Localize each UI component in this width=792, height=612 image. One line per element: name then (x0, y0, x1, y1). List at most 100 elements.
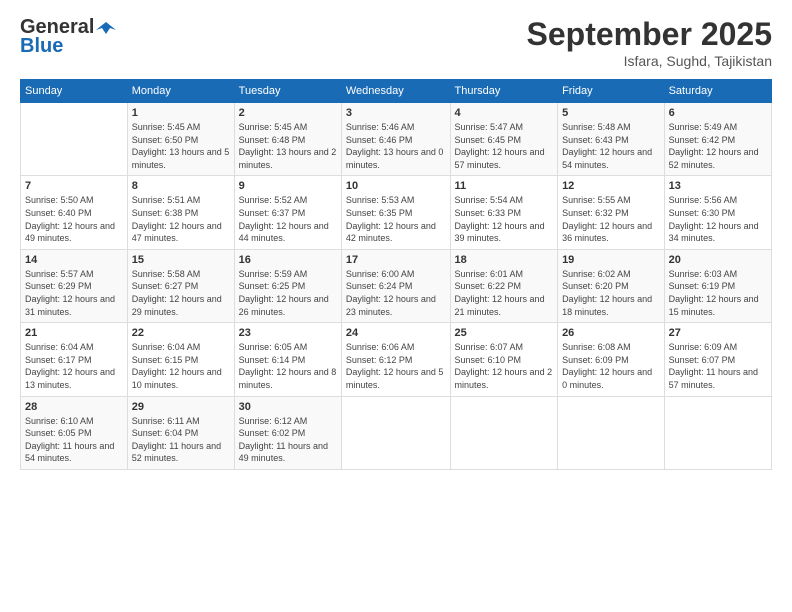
day-number: 3 (346, 107, 446, 119)
day-number: 9 (239, 180, 337, 192)
calendar-cell: 21 Sunrise: 6:04 AMSunset: 6:17 PMDayligh… (21, 323, 128, 396)
month-title: September 2025 (527, 16, 772, 53)
day-info: Sunrise: 5:59 AMSunset: 6:25 PMDaylight:… (239, 268, 337, 318)
day-number: 4 (455, 107, 554, 119)
day-number: 1 (132, 107, 230, 119)
day-info: Sunrise: 6:04 AMSunset: 6:15 PMDaylight:… (132, 341, 230, 391)
weekday-header-thursday: Thursday (450, 80, 558, 103)
day-info: Sunrise: 5:51 AMSunset: 6:38 PMDaylight:… (132, 194, 230, 244)
calendar-cell: 8 Sunrise: 5:51 AMSunset: 6:38 PMDaylight… (127, 176, 234, 249)
day-info: Sunrise: 5:57 AMSunset: 6:29 PMDaylight:… (25, 268, 123, 318)
calendar-cell (21, 103, 128, 176)
week-row-1: 7 Sunrise: 5:50 AMSunset: 6:40 PMDaylight… (21, 176, 772, 249)
day-info: Sunrise: 6:02 AMSunset: 6:20 PMDaylight:… (562, 268, 660, 318)
day-info: Sunrise: 6:12 AMSunset: 6:02 PMDaylight:… (239, 415, 337, 465)
page: General Blue September 2025 Isfara, Sugh… (0, 0, 792, 612)
weekday-header-row: SundayMondayTuesdayWednesdayThursdayFrid… (21, 80, 772, 103)
day-info: Sunrise: 5:50 AMSunset: 6:40 PMDaylight:… (25, 194, 123, 244)
day-info: Sunrise: 5:52 AMSunset: 6:37 PMDaylight:… (239, 194, 337, 244)
day-info: Sunrise: 6:05 AMSunset: 6:14 PMDaylight:… (239, 341, 337, 391)
day-info: Sunrise: 6:01 AMSunset: 6:22 PMDaylight:… (455, 268, 554, 318)
logo-blue: Blue (20, 35, 63, 58)
calendar-cell: 22 Sunrise: 6:04 AMSunset: 6:15 PMDayligh… (127, 323, 234, 396)
calendar-cell: 23 Sunrise: 6:05 AMSunset: 6:14 PMDayligh… (234, 323, 341, 396)
day-number: 17 (346, 254, 446, 266)
day-number: 12 (562, 180, 660, 192)
day-info: Sunrise: 5:46 AMSunset: 6:46 PMDaylight:… (346, 121, 446, 171)
calendar-cell: 27 Sunrise: 6:09 AMSunset: 6:07 PMDayligh… (664, 323, 771, 396)
calendar-cell (450, 396, 558, 469)
calendar-cell: 5Sunrise: 5:48 AMSunset: 6:43 PMDaylight… (558, 103, 665, 176)
day-info: Sunrise: 5:49 AMSunset: 6:42 PMDaylight:… (669, 121, 767, 171)
calendar-cell: 17 Sunrise: 6:00 AMSunset: 6:24 PMDayligh… (341, 249, 450, 322)
day-info: Sunrise: 5:45 AMSunset: 6:48 PMDaylight:… (239, 121, 337, 171)
logo: General Blue (20, 16, 116, 58)
day-number: 23 (239, 327, 337, 339)
day-number: 10 (346, 180, 446, 192)
calendar-cell: 2 Sunrise: 5:45 AMSunset: 6:48 PMDaylight… (234, 103, 341, 176)
day-number: 26 (562, 327, 660, 339)
day-number: 30 (239, 401, 337, 413)
header: General Blue September 2025 Isfara, Sugh… (20, 16, 772, 69)
calendar-cell: 4 Sunrise: 5:47 AMSunset: 6:45 PMDaylight… (450, 103, 558, 176)
calendar-cell: 24 Sunrise: 6:06 AMSunset: 6:12 PMDayligh… (341, 323, 450, 396)
day-info: Sunrise: 6:04 AMSunset: 6:17 PMDaylight:… (25, 341, 123, 391)
calendar-cell: 13 Sunrise: 5:56 AMSunset: 6:30 PMDayligh… (664, 176, 771, 249)
calendar-cell (341, 396, 450, 469)
weekday-header-friday: Friday (558, 80, 665, 103)
calendar-cell: 10Sunrise: 5:53 AMSunset: 6:35 PMDayligh… (341, 176, 450, 249)
day-number: 13 (669, 180, 767, 192)
day-number: 29 (132, 401, 230, 413)
calendar-cell: 30 Sunrise: 6:12 AMSunset: 6:02 PMDayligh… (234, 396, 341, 469)
calendar-cell: 16 Sunrise: 5:59 AMSunset: 6:25 PMDayligh… (234, 249, 341, 322)
calendar-cell: 18 Sunrise: 6:01 AMSunset: 6:22 PMDayligh… (450, 249, 558, 322)
title-block: September 2025 Isfara, Sughd, Tajikistan (527, 16, 772, 69)
day-info: Sunrise: 6:00 AMSunset: 6:24 PMDaylight:… (346, 268, 446, 318)
day-info: Sunrise: 5:45 AMSunset: 6:50 PMDaylight:… (132, 121, 230, 171)
day-number: 7 (25, 180, 123, 192)
calendar-cell: 25 Sunrise: 6:07 AMSunset: 6:10 PMDayligh… (450, 323, 558, 396)
calendar-table: SundayMondayTuesdayWednesdayThursdayFrid… (20, 79, 772, 470)
calendar-cell: 6 Sunrise: 5:49 AMSunset: 6:42 PMDaylight… (664, 103, 771, 176)
day-info: Sunrise: 6:03 AMSunset: 6:19 PMDaylight:… (669, 268, 767, 318)
weekday-header-wednesday: Wednesday (341, 80, 450, 103)
day-number: 21 (25, 327, 123, 339)
day-number: 22 (132, 327, 230, 339)
day-number: 18 (455, 254, 554, 266)
day-number: 25 (455, 327, 554, 339)
calendar-cell (558, 396, 665, 469)
day-number: 8 (132, 180, 230, 192)
day-number: 16 (239, 254, 337, 266)
day-info: Sunrise: 5:58 AMSunset: 6:27 PMDaylight:… (132, 268, 230, 318)
day-info: Sunrise: 6:06 AMSunset: 6:12 PMDaylight:… (346, 341, 446, 391)
day-number: 5 (562, 107, 660, 119)
day-number: 28 (25, 401, 123, 413)
day-number: 15 (132, 254, 230, 266)
week-row-0: 1 Sunrise: 5:45 AMSunset: 6:50 PMDaylight… (21, 103, 772, 176)
calendar-cell: 12Sunrise: 5:55 AMSunset: 6:32 PMDayligh… (558, 176, 665, 249)
day-number: 6 (669, 107, 767, 119)
day-info: Sunrise: 5:56 AMSunset: 6:30 PMDaylight:… (669, 194, 767, 244)
weekday-header-monday: Monday (127, 80, 234, 103)
calendar-cell: 28 Sunrise: 6:10 AMSunset: 6:05 PMDayligh… (21, 396, 128, 469)
location-subtitle: Isfara, Sughd, Tajikistan (527, 53, 772, 69)
day-info: Sunrise: 6:09 AMSunset: 6:07 PMDaylight:… (669, 341, 767, 391)
day-info: Sunrise: 6:10 AMSunset: 6:05 PMDaylight:… (25, 415, 123, 465)
calendar-cell: 29Sunrise: 6:11 AMSunset: 6:04 PMDayligh… (127, 396, 234, 469)
logo-bird-icon (96, 20, 116, 36)
day-info: Sunrise: 6:07 AMSunset: 6:10 PMDaylight:… (455, 341, 554, 391)
day-number: 19 (562, 254, 660, 266)
weekday-header-tuesday: Tuesday (234, 80, 341, 103)
calendar-cell: 1 Sunrise: 5:45 AMSunset: 6:50 PMDaylight… (127, 103, 234, 176)
weekday-header-sunday: Sunday (21, 80, 128, 103)
calendar-cell: 19 Sunrise: 6:02 AMSunset: 6:20 PMDayligh… (558, 249, 665, 322)
calendar-cell: 20Sunrise: 6:03 AMSunset: 6:19 PMDayligh… (664, 249, 771, 322)
day-number: 27 (669, 327, 767, 339)
weekday-header-saturday: Saturday (664, 80, 771, 103)
day-number: 2 (239, 107, 337, 119)
calendar-cell: 11Sunrise: 5:54 AMSunset: 6:33 PMDayligh… (450, 176, 558, 249)
day-number: 24 (346, 327, 446, 339)
calendar-cell: 9 Sunrise: 5:52 AMSunset: 6:37 PMDaylight… (234, 176, 341, 249)
day-info: Sunrise: 5:47 AMSunset: 6:45 PMDaylight:… (455, 121, 554, 171)
week-row-4: 28 Sunrise: 6:10 AMSunset: 6:05 PMDayligh… (21, 396, 772, 469)
